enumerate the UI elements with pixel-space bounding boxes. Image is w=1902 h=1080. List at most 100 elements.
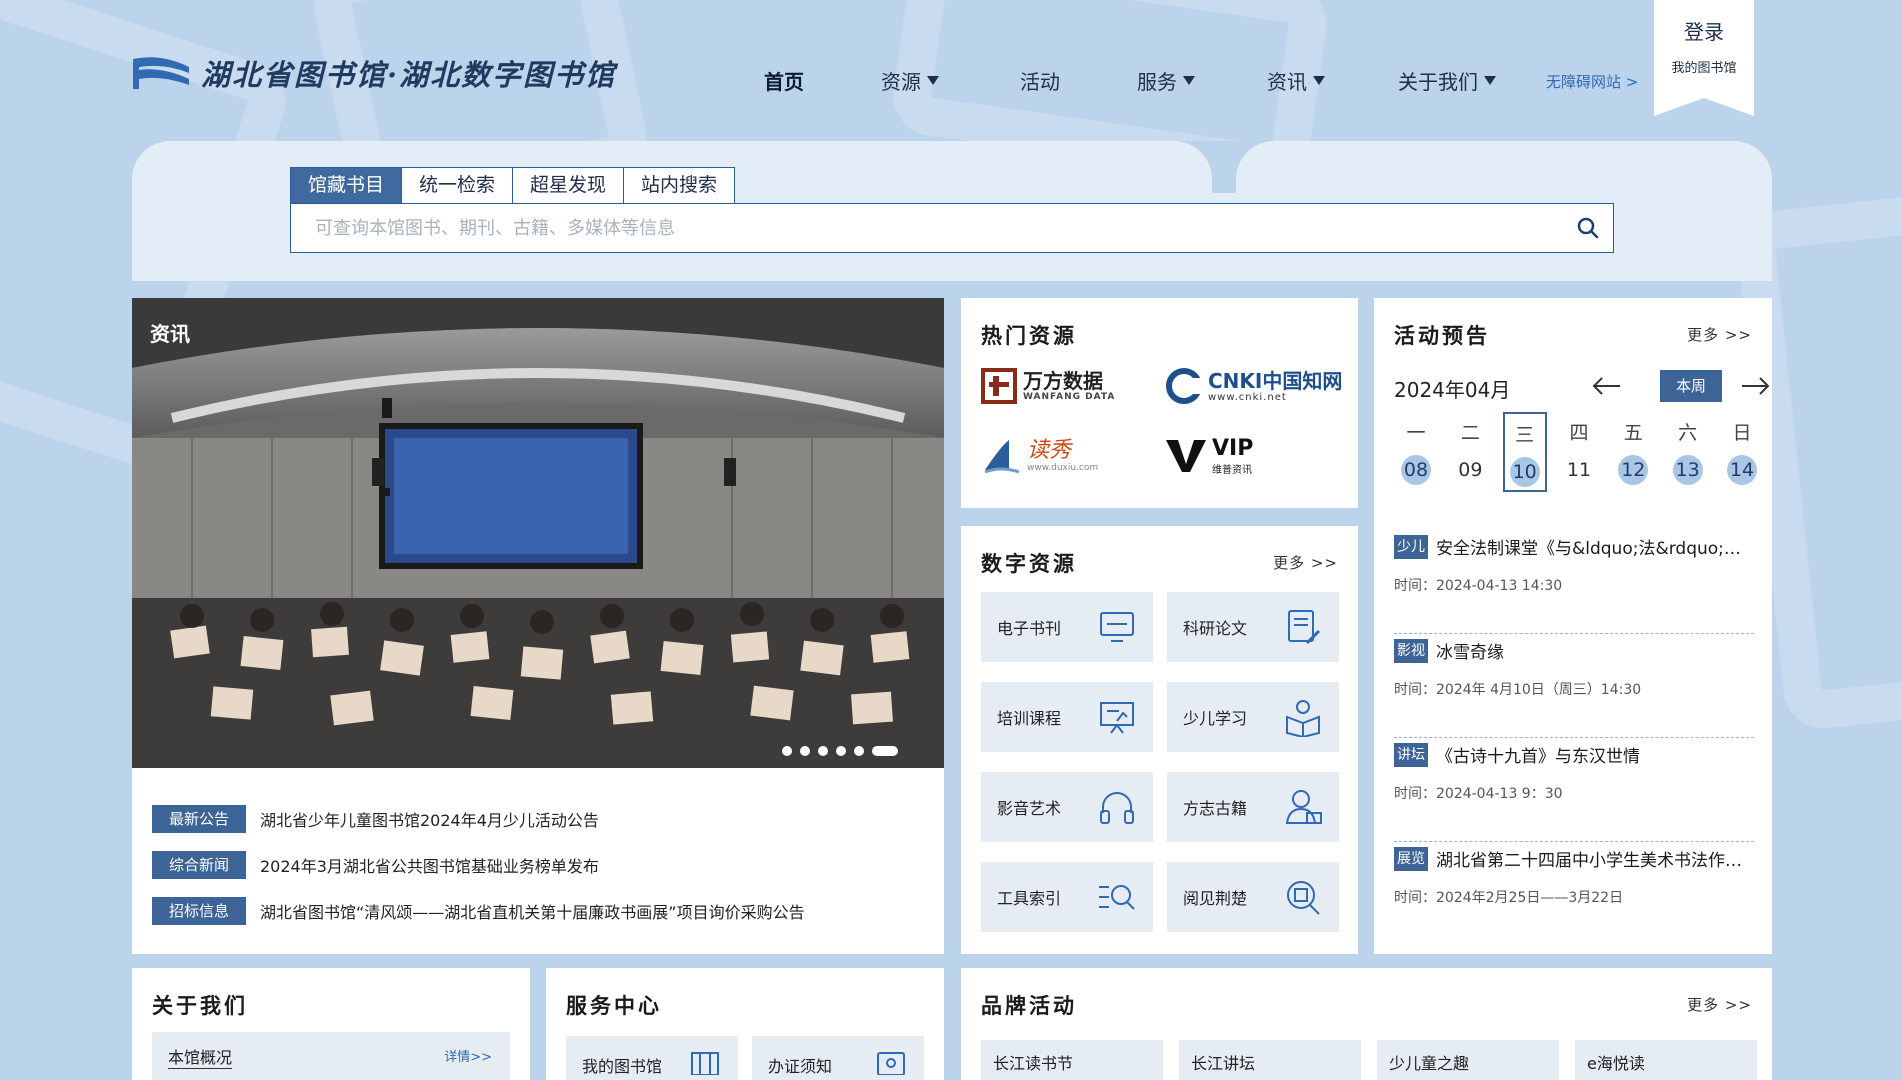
brand-tile[interactable]: e海悦读 (1575, 1040, 1757, 1080)
news-category-badge[interactable]: 招标信息 (152, 897, 246, 925)
about-overview-row[interactable]: 本馆概况 详情>> (152, 1032, 510, 1080)
service-tiles: 我的图书馆 办证须知 (566, 1036, 924, 1080)
carousel-dot[interactable] (854, 746, 864, 756)
this-week-button[interactable]: 本周 (1660, 370, 1722, 402)
search-panel-notch (1148, 141, 1300, 193)
news-category-badge[interactable]: 综合新闻 (152, 851, 246, 879)
digital-resources-grid: 电子书刊 科研论文 培训课程 少儿学习 影音艺术 方志古籍 工具索引 阅见荆楚 (981, 592, 1339, 932)
arrow-right-icon[interactable] (1740, 376, 1770, 396)
news-row[interactable]: 综合新闻 2024年3月湖北省公共图书馆基础业务榜单发布 (152, 842, 805, 888)
search-input[interactable] (291, 204, 1563, 252)
day-number[interactable]: 13 (1672, 455, 1703, 485)
nav-activities[interactable]: 活动 (1020, 66, 1060, 95)
calendar-header: 2024年04月 本周 (1394, 368, 1770, 404)
news-category-badge[interactable]: 最新公告 (152, 805, 246, 833)
resource-tools-index[interactable]: 工具索引 (981, 862, 1153, 932)
news-title[interactable]: 2024年3月湖北省公共图书馆基础业务榜单发布 (260, 853, 599, 877)
duxiu-link[interactable]: 读秀 www.duxiu.com (981, 434, 1166, 478)
resource-local-chronicles[interactable]: 方志古籍 (1167, 772, 1339, 842)
event-more-link[interactable]: 更多 >> (1687, 324, 1752, 345)
news-title[interactable]: 湖北省少年儿童图书馆2024年4月少儿活动公告 (260, 807, 599, 831)
nav-services[interactable]: 服务 (1137, 66, 1195, 95)
brand-activities-card: 品牌活动 更多 >> 长江读书节 长江讲坛 少儿童之趣 e海悦读 (961, 968, 1772, 1080)
about-overview-label[interactable]: 本馆概况 (168, 1044, 233, 1069)
nav-home[interactable]: 首页 (764, 66, 804, 95)
brand-more-link[interactable]: 更多 >> (1687, 994, 1752, 1015)
monitor-icon (1100, 612, 1134, 642)
calendar-day[interactable]: 一 08 (1394, 412, 1438, 492)
wanfang-link[interactable]: 万方数据 WANFANG DATA (981, 364, 1166, 408)
nav-news[interactable]: 资讯 (1267, 66, 1325, 95)
resource-ebooks[interactable]: 电子书刊 (981, 592, 1153, 662)
event-title[interactable]: 湖北省第二十四届中小学生美术书法作品展 (1436, 846, 1754, 871)
carousel-dot[interactable] (800, 746, 810, 756)
chevron-down-icon (1484, 76, 1496, 85)
resource-papers[interactable]: 科研论文 (1167, 592, 1339, 662)
search-tab-chaoxing[interactable]: 超星发现 (512, 167, 625, 204)
chevron-down-icon (927, 76, 939, 85)
nav-about-label: 关于我们 (1398, 70, 1478, 94)
day-number[interactable]: 14 (1726, 455, 1757, 485)
presentation-icon (1100, 702, 1134, 734)
accessibility-link[interactable]: 无障碍网站 > (1546, 71, 1638, 92)
search-tab-unified[interactable]: 统一检索 (401, 167, 514, 204)
event-title[interactable]: 冰雪奇缘 (1436, 638, 1504, 663)
carousel-dot-active[interactable] (872, 746, 898, 756)
news-row[interactable]: 招标信息 湖北省图书馆“清风颂——湖北省直机关第十届廉政书画展”项目询价采购公告 (152, 888, 805, 934)
nav-resources[interactable]: 资源 (881, 66, 939, 95)
service-my-library[interactable]: 我的图书馆 (566, 1036, 738, 1080)
service-card-guide[interactable]: 办证须知 (752, 1036, 924, 1080)
cnki-link[interactable]: CNKI中国知网 www.cnki.net (1166, 364, 1351, 408)
search-button[interactable] (1563, 204, 1613, 252)
carousel-dot[interactable] (836, 746, 846, 756)
brand-tile[interactable]: 长江读书节 (981, 1040, 1163, 1080)
day-number[interactable]: 11 (1564, 455, 1594, 485)
calendar-day[interactable]: 四 11 (1557, 412, 1601, 492)
day-number[interactable]: 09 (1455, 455, 1485, 485)
event-item[interactable]: 展览 湖北省第二十四届中小学生美术书法作品展 时间：2024年2月25日——3月… (1394, 842, 1754, 946)
event-time: 时间：2024-04-13 9：30 (1394, 786, 1563, 802)
login-tab[interactable]: 登录 我的图书馆 (1654, 0, 1754, 116)
calendar-day[interactable]: 日 14 (1720, 412, 1764, 492)
arrow-left-icon[interactable] (1592, 376, 1622, 396)
carousel-indicators (782, 746, 898, 756)
day-number[interactable]: 10 (1509, 457, 1540, 487)
vip-link[interactable]: VIP 维普资讯 (1166, 434, 1351, 478)
calendar-day[interactable]: 五 12 (1611, 412, 1655, 492)
login-label[interactable]: 登录 (1654, 0, 1754, 45)
wanfang-sub: WANFANG DATA (1023, 392, 1116, 402)
event-item[interactable]: 少儿 安全法制课堂《与&ldquo;法&rdquo;同... 时间：2024-0… (1394, 530, 1754, 634)
news-card: 资讯 最新公告 湖北省少年儿童图书馆2024年4月少儿活动公告 综合新闻 202… (132, 298, 944, 954)
nav-about[interactable]: 关于我们 (1398, 66, 1496, 95)
day-number[interactable]: 12 (1618, 455, 1649, 485)
nav-services-label: 服务 (1137, 70, 1177, 94)
news-row[interactable]: 最新公告 湖北省少年儿童图书馆2024年4月少儿活动公告 (152, 796, 805, 842)
carousel-dot[interactable] (782, 746, 792, 756)
carousel-dot[interactable] (818, 746, 828, 756)
calendar-day[interactable]: 六 13 (1666, 412, 1710, 492)
duxiu-sub: www.duxiu.com (1027, 463, 1099, 473)
digital-resources-more-link[interactable]: 更多 >> (1273, 552, 1338, 573)
resource-yuejian-jingchu[interactable]: 阅见荆楚 (1167, 862, 1339, 932)
event-title[interactable]: 《古诗十九首》与东汉世情 (1436, 742, 1640, 767)
event-title[interactable]: 安全法制课堂《与&ldquo;法&rdquo;同... (1436, 534, 1754, 559)
my-library-link[interactable]: 我的图书馆 (1654, 57, 1754, 76)
service-center-title: 服务中心 (566, 994, 662, 1018)
news-carousel-photo[interactable]: 资讯 (132, 298, 944, 768)
search-tab-catalog[interactable]: 馆藏书目 (290, 167, 403, 204)
about-details-link[interactable]: 详情>> (444, 1046, 492, 1065)
resource-audio-video[interactable]: 影音艺术 (981, 772, 1153, 842)
news-title[interactable]: 湖北省图书馆“清风颂——湖北省直机关第十届廉政书画展”项目询价采购公告 (260, 899, 805, 923)
resource-courses[interactable]: 培训课程 (981, 682, 1153, 752)
calendar-day-today[interactable]: 三 10 (1502, 412, 1547, 492)
cnki-name: CNKI中国知网 (1208, 368, 1343, 393)
resource-kids-learning[interactable]: 少儿学习 (1167, 682, 1339, 752)
calendar-day[interactable]: 二 09 (1448, 412, 1492, 492)
event-item[interactable]: 讲坛 《古诗十九首》与东汉世情 时间：2024-04-13 9：30 (1394, 738, 1754, 842)
brand-tile[interactable]: 长江讲坛 (1179, 1040, 1361, 1080)
search-tab-site[interactable]: 站内搜索 (623, 167, 736, 204)
site-logo[interactable]: 湖北省图书馆·湖北数字图书馆 (131, 52, 616, 94)
brand-tile[interactable]: 少儿童之趣 (1377, 1040, 1559, 1080)
day-number[interactable]: 08 (1401, 455, 1431, 485)
event-item[interactable]: 影视 冰雪奇缘 时间：2024年 4月10日（周三）14:30 (1394, 634, 1754, 738)
